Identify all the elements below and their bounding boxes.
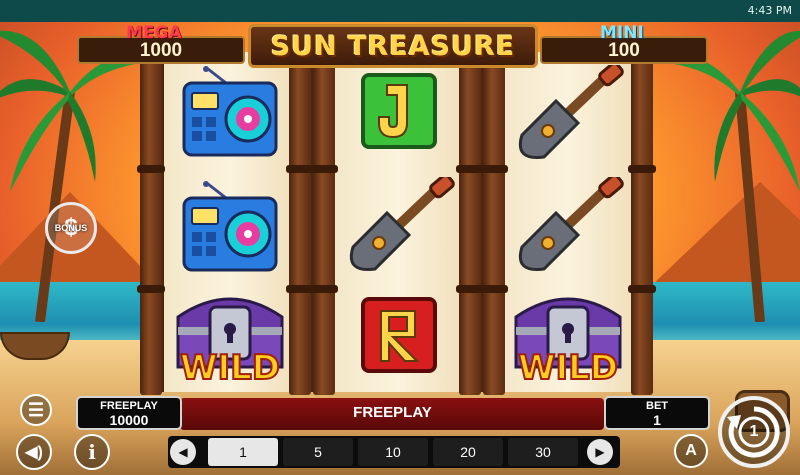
bet-option-20[interactable]: 20 (433, 438, 503, 466)
reel-3: WILD (502, 52, 634, 392)
bet-next-button[interactable]: ▶ (587, 439, 613, 465)
wooden-post (456, 45, 484, 395)
shovel-icon (518, 65, 624, 160)
bet-option-5[interactable]: 5 (283, 438, 353, 466)
bet-value: 1 (653, 412, 661, 428)
symbol-shovel (333, 170, 465, 280)
wild-label: WILD (179, 347, 281, 389)
spin-button[interactable]: 1 (718, 396, 790, 468)
reel-window: WILD WILD (160, 52, 638, 392)
wooden-post (137, 45, 165, 395)
sound-button[interactable]: ◀) (16, 434, 52, 470)
letter-j-icon (361, 73, 437, 149)
wooden-post (310, 45, 338, 395)
autoplay-label: A (685, 442, 697, 459)
game-title: SUN TREASURE (270, 30, 516, 62)
wooden-post (480, 45, 508, 395)
bet-display: BET 1 (604, 396, 710, 430)
reel-1: WILD (164, 52, 296, 392)
bet-option-1[interactable]: 1 (208, 438, 278, 466)
bet-prev-button[interactable]: ◀ (170, 439, 196, 465)
clock: 4:43 PM (747, 4, 792, 17)
freeplay-balance-value: 10000 (109, 412, 149, 428)
bet-option-10[interactable]: 10 (358, 438, 428, 466)
hamburger-icon: ☰ (27, 399, 45, 420)
symbol-j (333, 56, 465, 166)
menu-button[interactable]: ☰ (20, 394, 52, 426)
game-title-plate: SUN TREASURE (248, 24, 538, 68)
shovel-icon (518, 177, 624, 272)
chevron-right-icon: ▶ (595, 445, 605, 459)
wild-label: WILD (517, 347, 619, 389)
bet-option-30[interactable]: 30 (508, 438, 578, 466)
reel-2 (333, 52, 465, 392)
info-icon: i (88, 440, 96, 464)
info-button[interactable]: i (74, 434, 110, 470)
symbol-shovel (502, 170, 634, 280)
status-bar: 4:43 PM (0, 0, 800, 22)
wooden-post (286, 45, 314, 395)
spin-count: 1 (749, 423, 759, 440)
radio-icon (182, 181, 278, 272)
mega-jackpot-label: MEGA (126, 23, 182, 43)
chevron-left-icon: ◀ (178, 445, 188, 459)
freeplay-balance: FREEPLAY 10000 (76, 396, 182, 430)
autoplay-button[interactable]: A (674, 434, 708, 468)
symbol-a (333, 280, 465, 390)
wooden-post (628, 45, 656, 395)
palm-tree-right (660, 30, 800, 322)
symbol-radio (164, 173, 296, 283)
speaker-icon: ◀) (25, 444, 43, 461)
bonus-label: BONUS (54, 223, 88, 233)
freeplay-status: FREEPLAY (353, 404, 432, 421)
bet-label: BET (646, 400, 668, 412)
mini-jackpot-label: MINI (600, 23, 644, 43)
symbol-radio (164, 58, 296, 168)
mega-jackpot-value: 1000 (139, 40, 183, 61)
mini-jackpot-value: 100 (608, 40, 640, 61)
shovel-icon (349, 177, 455, 272)
freeplay-balance-label: FREEPLAY (100, 400, 158, 412)
letter-a-icon (361, 297, 437, 373)
palm-tree-left (0, 30, 140, 322)
bonus-button[interactable]: $ BONUS (45, 202, 97, 254)
symbol-shovel (502, 58, 634, 168)
radio-icon (182, 66, 278, 157)
